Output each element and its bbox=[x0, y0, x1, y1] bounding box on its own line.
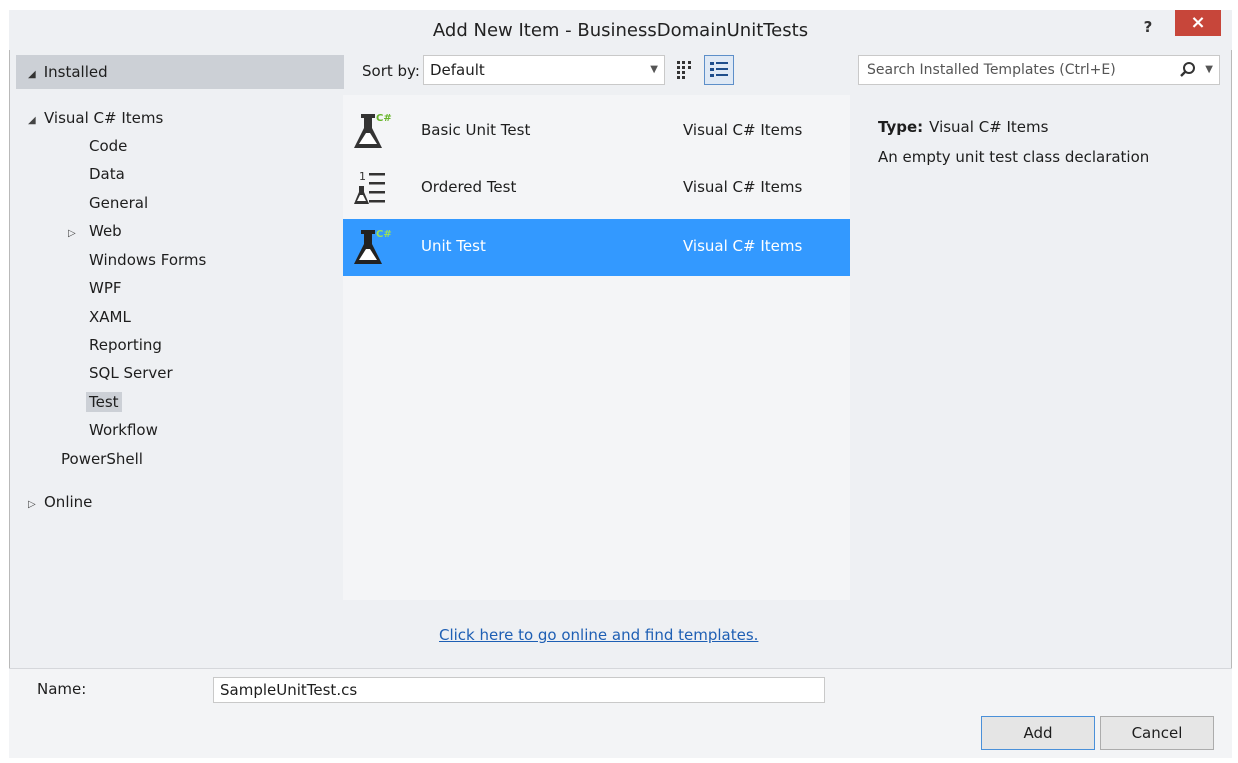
svg-text:1: 1 bbox=[359, 170, 366, 183]
unit-test-flask-icon: C# bbox=[354, 229, 392, 264]
tree-item-data[interactable]: Data bbox=[89, 161, 125, 187]
search-placeholder: Search Installed Templates (Ctrl+E) bbox=[867, 62, 1116, 78]
template-description: An empty unit test class declaration bbox=[878, 148, 1150, 166]
template-row-unit-test[interactable]: C# Unit Test Visual C# Items bbox=[343, 219, 850, 276]
tree-item-web[interactable]: ▷ Web bbox=[68, 218, 122, 244]
search-templates-input[interactable]: Search Installed Templates (Ctrl+E) ▼ bbox=[858, 55, 1220, 85]
tree-item-general[interactable]: General bbox=[89, 190, 148, 216]
template-category: Visual C# Items bbox=[683, 237, 803, 255]
svg-text:C#: C# bbox=[376, 229, 392, 240]
template-name: Unit Test bbox=[421, 237, 486, 255]
title-bar: Add New Item - BusinessDomainUnitTests ?… bbox=[9, 10, 1232, 50]
tree-item-online[interactable]: ▷ Online bbox=[28, 489, 92, 515]
template-category: Visual C# Items bbox=[683, 178, 803, 196]
type-value: Visual C# Items bbox=[929, 118, 1049, 136]
tree-item-sql-server[interactable]: SQL Server bbox=[89, 360, 173, 386]
tree-item-label: Test bbox=[86, 392, 122, 412]
tree-item-label: Data bbox=[89, 165, 125, 183]
tree-item-label: General bbox=[89, 194, 149, 212]
close-button[interactable]: × bbox=[1175, 10, 1221, 36]
small-icons-view-icon bbox=[677, 61, 691, 79]
template-category: Visual C# Items bbox=[683, 121, 803, 139]
expanded-arrow-icon: ◢ bbox=[28, 115, 36, 126]
tree-item-xaml[interactable]: XAML bbox=[89, 304, 131, 330]
sort-by-dropdown[interactable]: Default ▼ bbox=[423, 55, 665, 85]
online-label: Online bbox=[44, 493, 93, 511]
dialog-title: Add New Item - BusinessDomainUnitTests bbox=[432, 20, 809, 41]
collapsed-arrow-icon[interactable]: ▷ bbox=[28, 492, 44, 518]
tree-item-label: Workflow bbox=[89, 421, 158, 439]
tree-item-label: WPF bbox=[89, 279, 122, 297]
sort-by-value: Default bbox=[430, 61, 485, 79]
collapsed-arrow-icon[interactable]: ▷ bbox=[68, 221, 89, 247]
tree-item-label: Reporting bbox=[89, 336, 162, 354]
tree-item-label: Code bbox=[89, 137, 128, 155]
tree-item-label: SQL Server bbox=[89, 364, 173, 382]
sort-by-label: Sort by: bbox=[362, 62, 420, 80]
tree-item-label: XAML bbox=[89, 308, 131, 326]
template-name: Ordered Test bbox=[421, 178, 517, 196]
small-icons-view-button[interactable] bbox=[671, 55, 701, 85]
unit-test-flask-icon: C# bbox=[354, 113, 392, 148]
tree-item-windows-forms[interactable]: Windows Forms bbox=[89, 247, 206, 273]
installed-node[interactable]: ◢ Installed bbox=[16, 55, 344, 89]
find-templates-online-link[interactable]: Click here to go online and find templat… bbox=[439, 626, 758, 644]
list-view-button[interactable] bbox=[704, 55, 734, 85]
type-label: Type: bbox=[878, 118, 924, 136]
tree-item-label: PowerShell bbox=[61, 450, 143, 468]
name-label: Name: bbox=[37, 680, 87, 698]
installed-label: Installed bbox=[43, 63, 108, 81]
template-list: C# Basic Unit Test Visual C# Items 1 Ord… bbox=[343, 95, 850, 600]
help-button[interactable]: ? bbox=[1135, 14, 1161, 40]
expanded-arrow-icon: ◢ bbox=[28, 69, 36, 80]
tree-item-visual-csharp-items[interactable]: ◢ Visual C# Items bbox=[28, 105, 163, 131]
svg-text:C#: C# bbox=[376, 113, 392, 124]
template-row-ordered-test[interactable]: 1 Ordered Test Visual C# Items bbox=[343, 160, 850, 217]
tree-item-label: Windows Forms bbox=[89, 251, 207, 269]
list-view-icon bbox=[710, 62, 728, 77]
tree-item-powershell[interactable]: PowerShell bbox=[61, 446, 143, 472]
template-name: Basic Unit Test bbox=[421, 121, 531, 139]
tree-item-label: Visual C# Items bbox=[44, 109, 164, 127]
cancel-button[interactable]: Cancel bbox=[1100, 716, 1214, 750]
tree-item-wpf[interactable]: WPF bbox=[89, 275, 122, 301]
tree-item-reporting[interactable]: Reporting bbox=[89, 332, 162, 358]
category-panel: ◢ Installed ◢ Visual C# Items Code Data Ge… bbox=[16, 53, 344, 610]
template-type: Type: Visual C# Items bbox=[878, 118, 1048, 136]
search-icon[interactable] bbox=[1179, 61, 1197, 79]
name-input[interactable] bbox=[213, 677, 825, 703]
ordered-test-icon: 1 bbox=[354, 170, 385, 204]
chevron-down-icon: ▼ bbox=[650, 64, 658, 75]
add-button[interactable]: Add bbox=[981, 716, 1095, 750]
tree-item-test[interactable]: Test bbox=[86, 389, 122, 415]
tree-item-label: Web bbox=[89, 222, 122, 240]
tree-item-code[interactable]: Code bbox=[89, 133, 127, 159]
template-row-basic-unit-test[interactable]: C# Basic Unit Test Visual C# Items bbox=[343, 103, 850, 160]
search-options-chevron-icon[interactable]: ▼ bbox=[1205, 56, 1213, 84]
tree-item-workflow[interactable]: Workflow bbox=[89, 417, 158, 443]
